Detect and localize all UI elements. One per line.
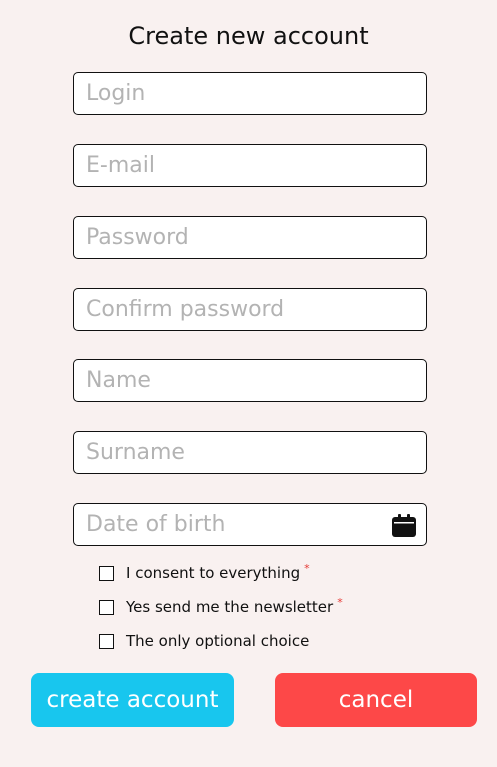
required-mark: * bbox=[337, 595, 343, 609]
optional-checkbox-row[interactable]: The only optional choice bbox=[99, 631, 309, 651]
optional-checkbox[interactable] bbox=[99, 633, 114, 649]
email-input[interactable] bbox=[74, 145, 426, 186]
password-input[interactable] bbox=[74, 217, 426, 258]
required-mark: * bbox=[304, 561, 310, 575]
consent-label: I consent to everything bbox=[126, 564, 301, 582]
page-title: Create new account bbox=[128, 22, 369, 50]
confirm-password-field[interactable] bbox=[73, 288, 427, 331]
login-field[interactable] bbox=[73, 72, 427, 115]
name-field[interactable] bbox=[73, 359, 427, 402]
cancel-button[interactable]: cancel bbox=[275, 673, 477, 727]
password-field[interactable] bbox=[73, 216, 427, 259]
email-field[interactable] bbox=[73, 144, 427, 187]
date-of-birth-input[interactable] bbox=[74, 504, 426, 545]
newsletter-label: Yes send me the newsletter bbox=[126, 598, 334, 616]
calendar-icon[interactable] bbox=[390, 511, 418, 539]
consent-checkbox[interactable] bbox=[99, 565, 114, 581]
surname-input[interactable] bbox=[74, 432, 426, 473]
name-input[interactable] bbox=[74, 360, 426, 401]
newsletter-checkbox-row[interactable]: Yes send me the newsletter * bbox=[99, 595, 343, 617]
surname-field[interactable] bbox=[73, 431, 427, 474]
date-of-birth-field[interactable] bbox=[73, 503, 427, 546]
login-input[interactable] bbox=[74, 73, 426, 114]
confirm-password-input[interactable] bbox=[74, 289, 426, 330]
create-account-button[interactable]: create account bbox=[31, 673, 234, 727]
optional-label: The only optional choice bbox=[126, 632, 310, 650]
consent-checkbox-row[interactable]: I consent to everything * bbox=[99, 561, 310, 583]
newsletter-checkbox[interactable] bbox=[99, 599, 114, 615]
